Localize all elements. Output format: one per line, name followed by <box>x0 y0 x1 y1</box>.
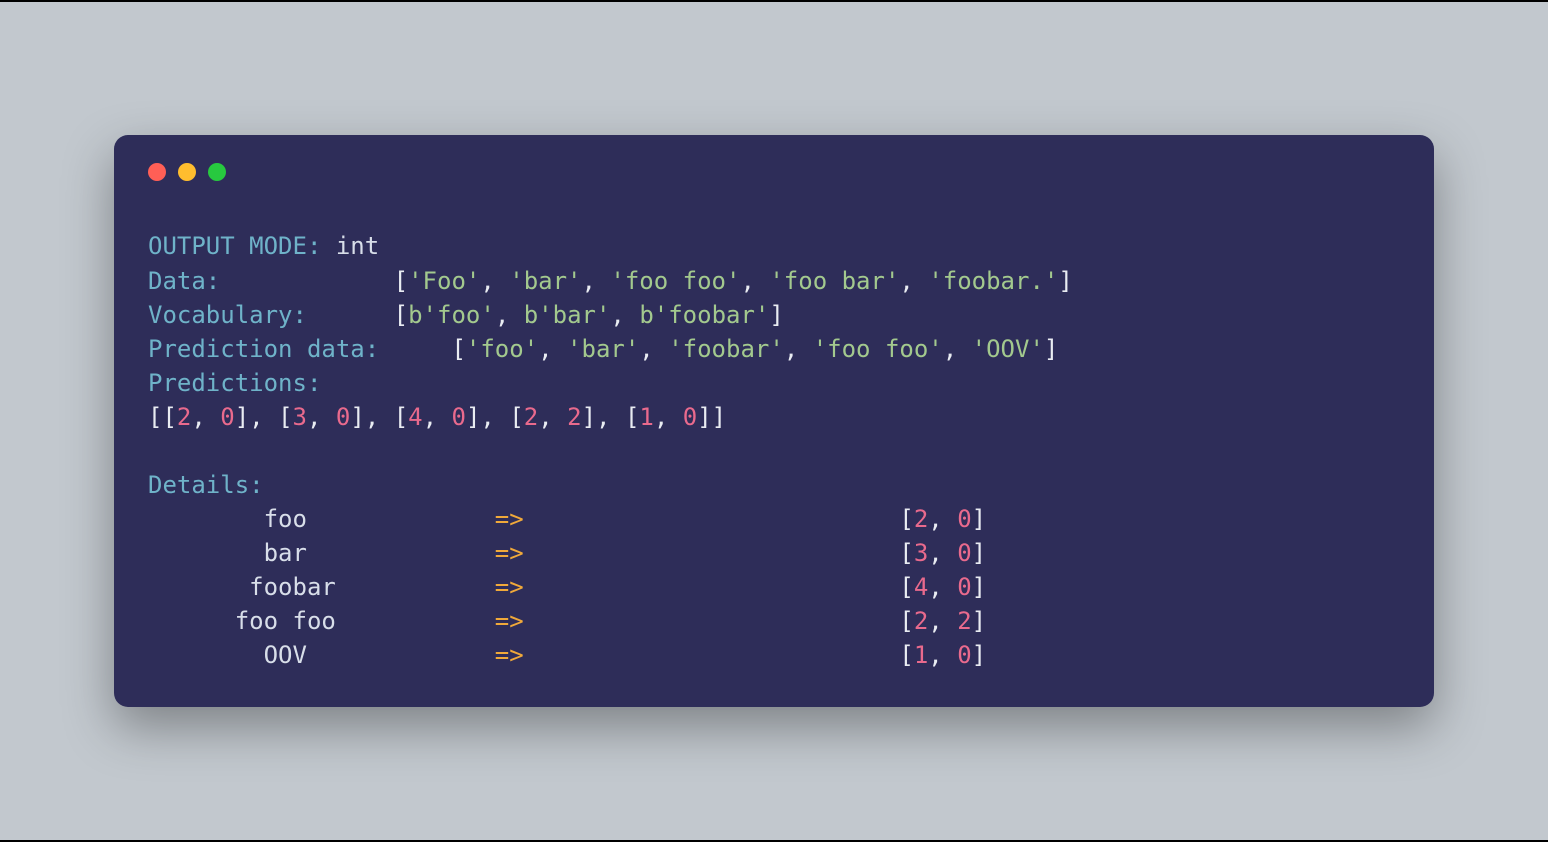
window-controls <box>148 163 1400 181</box>
terminal-window: OUTPUT MODE: int Data: ['Foo', 'bar', 'f… <box>114 135 1434 706</box>
terminal-output: OUTPUT MODE: int Data: ['Foo', 'bar', 'f… <box>148 229 1400 672</box>
close-icon[interactable] <box>148 163 166 181</box>
zoom-icon[interactable] <box>208 163 226 181</box>
minimize-icon[interactable] <box>178 163 196 181</box>
